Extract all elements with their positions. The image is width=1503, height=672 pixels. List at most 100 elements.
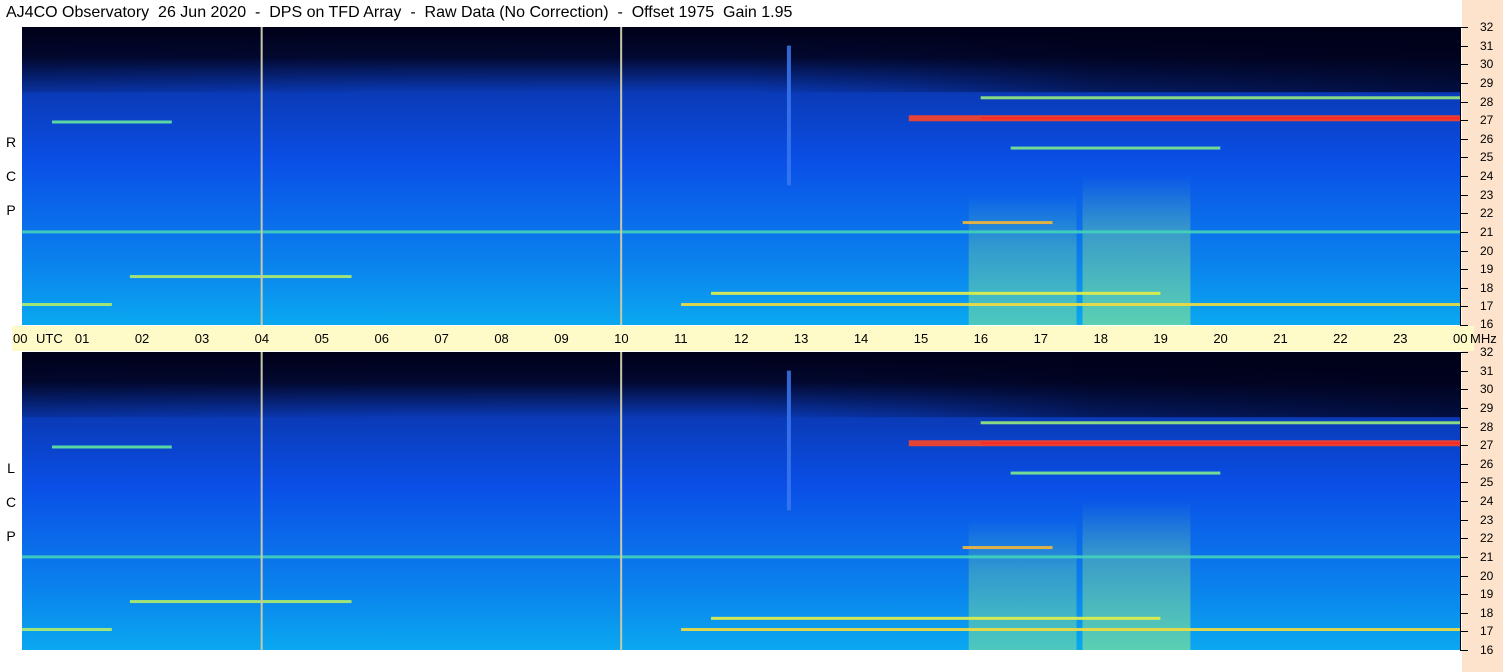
mhz-tick-label: 16 [1480, 317, 1494, 331]
mhz-tick-mark [1460, 389, 1468, 390]
emission-band [711, 291, 1161, 295]
mhz-tick-mark [1460, 371, 1468, 372]
emission-band [962, 546, 1053, 550]
utc-tick-label: 12 [734, 331, 749, 346]
mhz-tick-mark [1460, 520, 1468, 521]
mhz-tick-mark [1460, 650, 1468, 651]
mhz-tick-label: 28 [1480, 95, 1494, 109]
mhz-tick-mark [1460, 445, 1468, 446]
mhz-tick-mark [1460, 325, 1468, 326]
emission-band [51, 120, 172, 124]
mhz-tick-label: 24 [1480, 494, 1494, 508]
utc-tick-label: 19 [1153, 331, 1168, 346]
utc-tick-label: 05 [314, 331, 330, 346]
emission-band [681, 628, 1460, 632]
utc-tick-label: 00 [1453, 331, 1468, 346]
emission-band [22, 303, 112, 307]
mhz-tick-mark [1460, 631, 1468, 632]
mhz-tick-label: 29 [1480, 401, 1494, 415]
emission-band [980, 96, 1460, 100]
emission-band [681, 303, 1460, 307]
utc-marker-line [620, 27, 623, 325]
mhz-tick-label: 18 [1480, 606, 1494, 620]
mhz-tick-label: 21 [1480, 550, 1494, 564]
mhz-tick-mark [1460, 501, 1468, 502]
emission-band [129, 600, 352, 604]
mhz-tick-mark [1460, 352, 1468, 353]
utc-tick-label: 13 [793, 331, 809, 346]
utc-marker-line [260, 352, 263, 650]
mhz-tick-mark [1460, 427, 1468, 428]
emission-band [22, 555, 1460, 559]
mhz-tick-mark [1460, 557, 1468, 558]
emission-band-core [980, 442, 1460, 445]
mhz-tick-label: 24 [1480, 169, 1494, 183]
mhz-tick-label: 27 [1480, 438, 1494, 452]
mhz-tick-mark [1460, 306, 1468, 307]
rcp-spectrogram-panel [22, 27, 1460, 325]
mhz-tick-label: 26 [1480, 457, 1494, 471]
utc-tick-label: 16 [973, 331, 989, 346]
mhz-tick-label: 28 [1480, 420, 1494, 434]
rcp-letter: P [6, 202, 16, 218]
spectrogram-svg [22, 27, 1460, 325]
mhz-tick-label: 27 [1480, 113, 1494, 127]
emission-glow [1082, 501, 1191, 650]
spectrogram-svg [22, 352, 1460, 650]
mhz-tick-label: 22 [1480, 206, 1494, 220]
emission-band [51, 445, 172, 449]
mhz-tick-mark [1460, 157, 1468, 158]
utc-tick-label: 07 [434, 331, 449, 346]
mhz-tick-label: 32 [1480, 20, 1494, 34]
mhz-tick-mark [1460, 64, 1468, 65]
mhz-tick-mark [1460, 538, 1468, 539]
mhz-tick-mark [1460, 288, 1468, 289]
mhz-tick-label: 31 [1480, 364, 1494, 378]
emission-band-core [980, 117, 1460, 120]
mhz-tick-mark [1460, 176, 1468, 177]
utc-tick-label: 18 [1093, 331, 1108, 346]
emission-band [962, 221, 1053, 225]
utc-tick-label: 00 [13, 331, 28, 346]
mhz-tick-mark [1460, 408, 1468, 409]
utc-tick-label: 17 [1033, 331, 1049, 346]
mhz-tick-mark [1460, 83, 1468, 84]
mhz-tick-label: 20 [1480, 569, 1494, 583]
utc-tick-label: 11 [674, 331, 688, 346]
mhz-tick-mark [1460, 195, 1468, 196]
utc-tick-label: 20 [1213, 331, 1228, 346]
emission-band [980, 421, 1460, 425]
mhz-tick-mark [1460, 613, 1468, 614]
mhz-tick-label: 23 [1480, 188, 1494, 202]
emission-band [22, 628, 112, 632]
utc-tick-label: 09 [554, 331, 569, 346]
emission-band [1010, 146, 1221, 150]
lcp-spectrogram-panel [22, 352, 1460, 650]
utc-tick-label: 15 [913, 331, 929, 346]
mhz-tick-mark [1460, 213, 1468, 214]
utc-tick-label: 14 [853, 331, 869, 346]
mhz-tick-mark [1460, 576, 1468, 577]
mhz-tick-mark [1460, 251, 1468, 252]
utc-tick-label: 04 [254, 331, 270, 346]
utc-tick-label: 21 [1273, 331, 1288, 346]
lcp-letter: C [5, 494, 17, 510]
mhz-unit-label: MHz [1470, 331, 1497, 346]
mhz-tick-label: 26 [1480, 132, 1494, 146]
mhz-tick-label: 18 [1480, 281, 1494, 295]
mhz-tick-mark [1460, 120, 1468, 121]
burst-spike [786, 45, 791, 186]
mhz-tick-label: 31 [1480, 39, 1494, 53]
ionosphere-shadow [22, 27, 1460, 93]
mhz-tick-label: 16 [1480, 643, 1494, 657]
mhz-tick-label: 17 [1480, 299, 1494, 313]
mhz-tick-label: 21 [1480, 225, 1494, 239]
mhz-tick-mark [1460, 269, 1468, 270]
utc-tick-label: 02 [134, 331, 150, 346]
mhz-tick-label: 30 [1480, 57, 1494, 71]
mhz-tick-mark [1460, 232, 1468, 233]
utc-tick-label: 03 [194, 331, 210, 346]
rcp-letter: C [5, 168, 17, 184]
mhz-tick-label: 32 [1480, 345, 1494, 359]
lcp-letter: L [7, 460, 15, 476]
